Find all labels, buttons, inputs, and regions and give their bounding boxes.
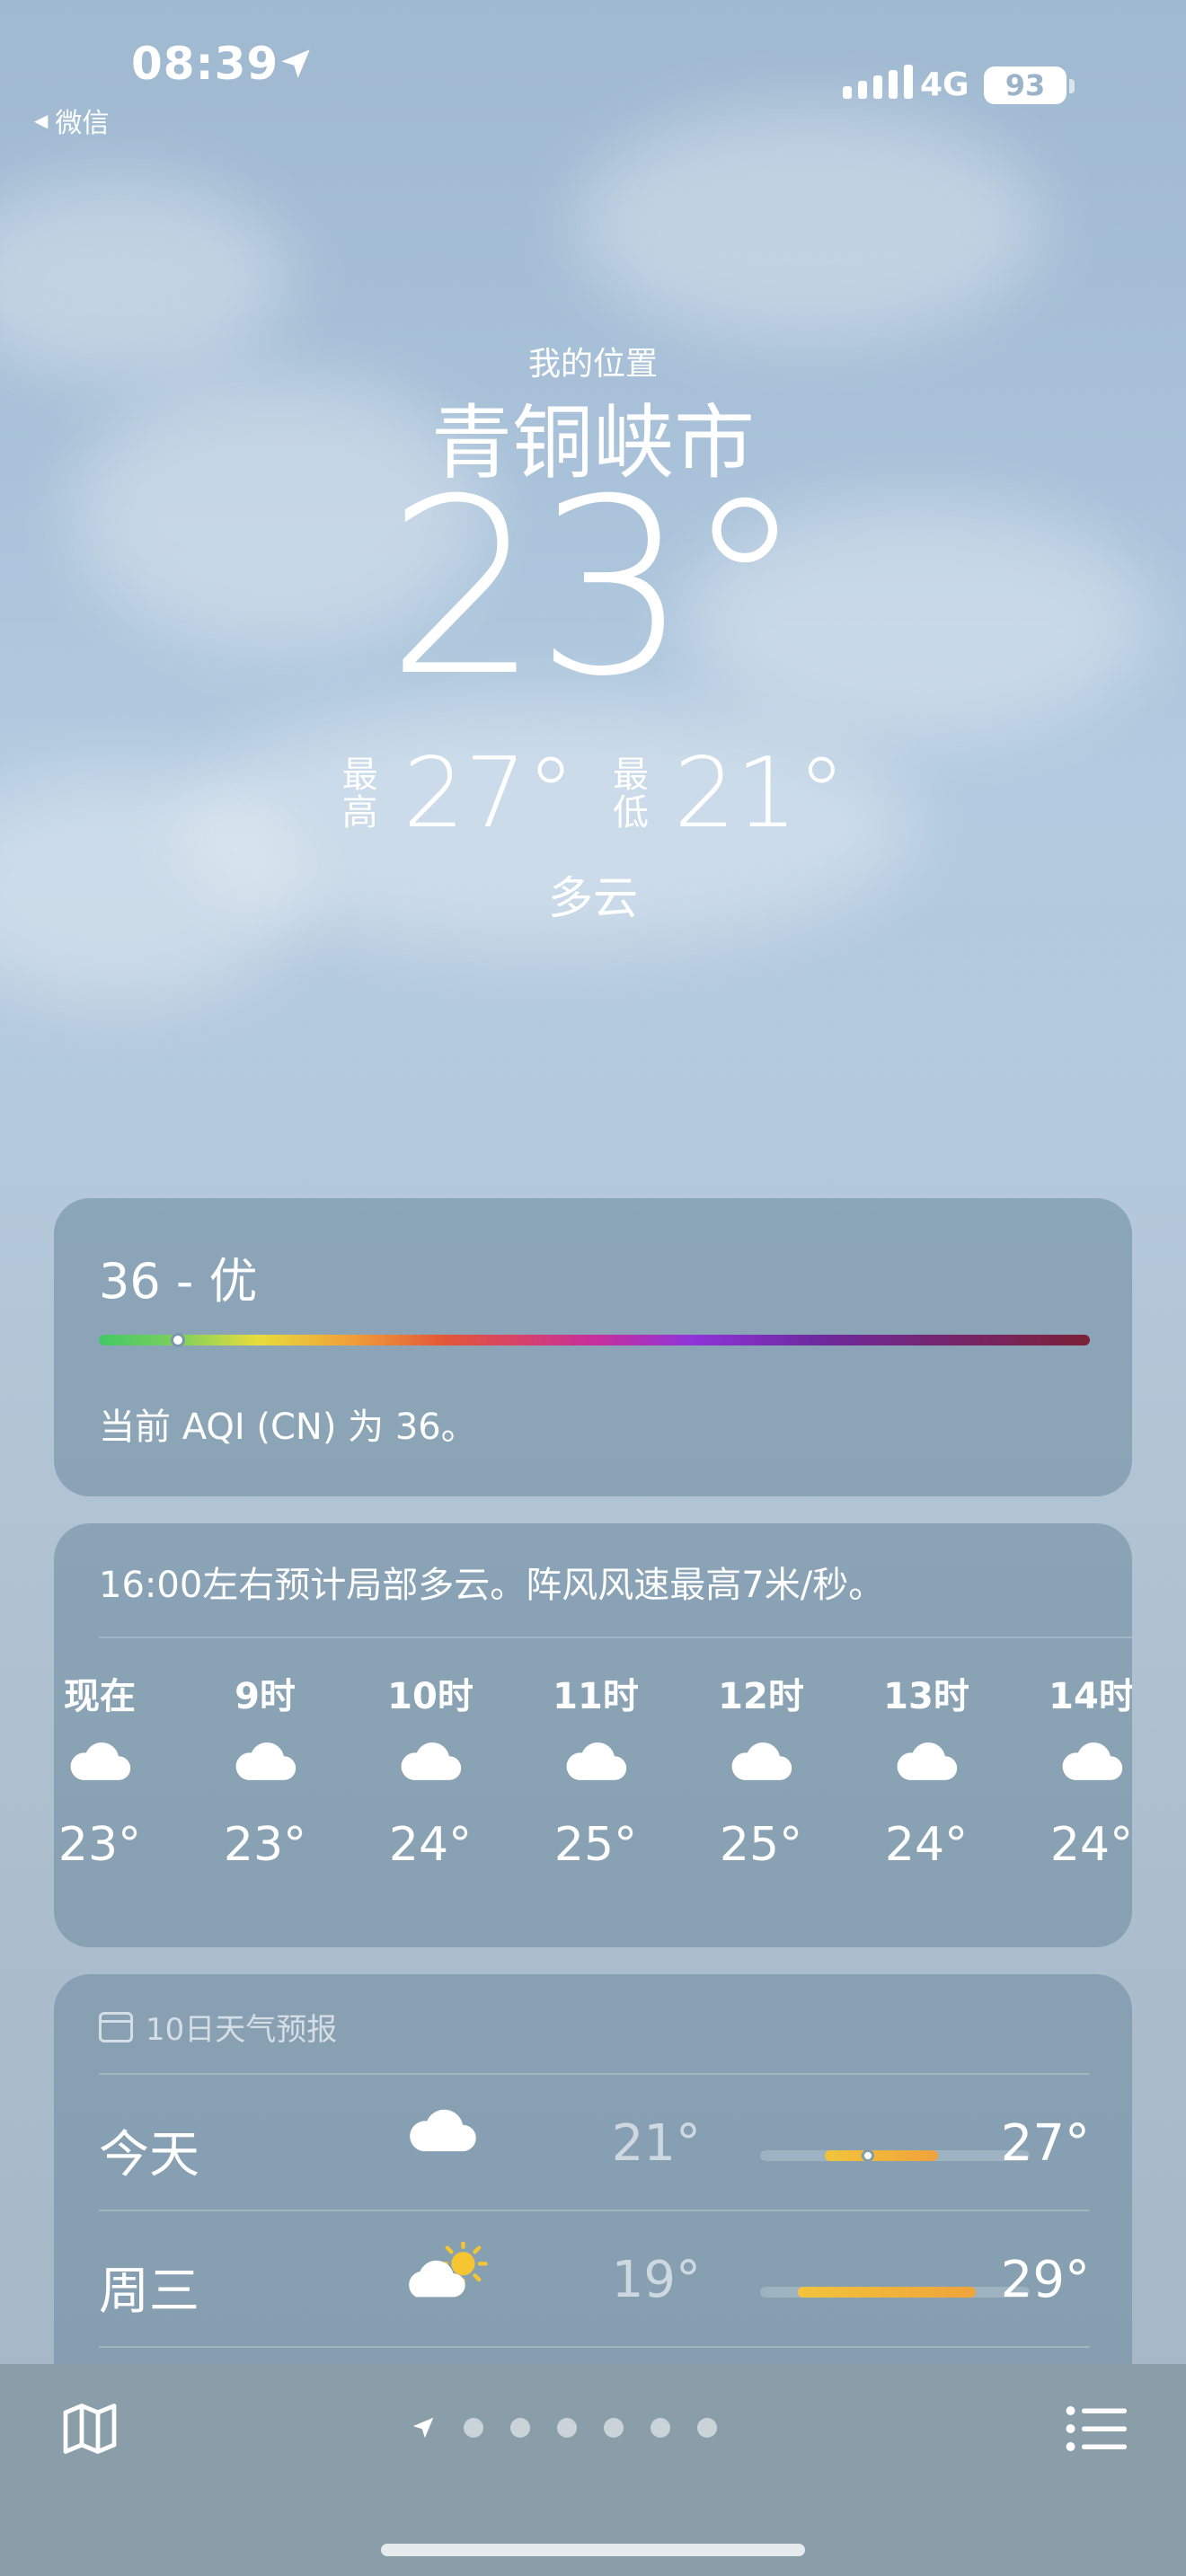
hour-item: 11时 25° xyxy=(528,1667,663,1872)
divider xyxy=(99,2346,1090,2348)
temperature-range-bar xyxy=(760,2149,1030,2162)
page-indicator[interactable] xyxy=(410,2414,717,2441)
temperature-range-bar xyxy=(760,2287,1030,2298)
cloud-icon xyxy=(528,1721,663,1802)
location-list-icon[interactable] xyxy=(1064,2402,1127,2456)
hour-temperature: 24° xyxy=(388,1818,473,1872)
aqi-scale-bar xyxy=(99,1335,1090,1345)
battery-level: 93 xyxy=(1005,68,1046,102)
cellular-signal-icon xyxy=(843,65,913,99)
hour-temperature: 25° xyxy=(719,1818,803,1872)
current-temp-marker xyxy=(862,2149,874,2162)
cloud-icon xyxy=(54,1721,167,1802)
day-low-temperature: 21° xyxy=(611,2114,701,2173)
hour-temperature: 23° xyxy=(223,1818,307,1872)
day-name: 今天 xyxy=(99,2126,199,2184)
hour-label: 12时 xyxy=(718,1676,804,1717)
day-low-temperature: 19° xyxy=(611,2251,701,2309)
day-high-temperature: 27° xyxy=(1000,2114,1090,2173)
air-quality-card[interactable]: 36 - 优 当前 AQI (CN) 为 36。 xyxy=(54,1198,1132,1496)
page-dot[interactable] xyxy=(651,2418,670,2438)
hour-temperature: 25° xyxy=(553,1818,638,1872)
cloud-icon xyxy=(694,1721,828,1802)
map-icon[interactable] xyxy=(58,2396,122,2461)
day-row: 今天 21° 27° xyxy=(99,2075,1090,2210)
hour-temperature: 23° xyxy=(58,1818,142,1872)
page-dot[interactable] xyxy=(604,2418,624,2438)
battery-icon: 93 xyxy=(984,66,1067,104)
hour-item: 14时 24° xyxy=(1024,1667,1132,1872)
home-indicator xyxy=(381,2544,805,2556)
ten-day-title: 10日天气预报 xyxy=(146,2012,338,2048)
location-arrow-icon xyxy=(281,49,310,78)
page-dot[interactable] xyxy=(557,2418,577,2438)
hour-label: 14时 xyxy=(1049,1676,1132,1717)
low-temperature: 21° xyxy=(674,737,846,850)
cloud-icon xyxy=(859,1721,994,1802)
hour-item: 10时 24° xyxy=(363,1667,498,1872)
cloud-icon xyxy=(404,2105,503,2177)
high-label: 最高 xyxy=(341,754,378,834)
hour-label: 现在 xyxy=(64,1676,136,1717)
page-dot[interactable] xyxy=(464,2418,483,2438)
status-bar: 08:39 ◀ 微信 4G 93 xyxy=(0,0,1186,144)
hour-item: 现在 23° xyxy=(54,1667,167,1872)
hour-label: 10时 xyxy=(387,1676,474,1717)
hour-label: 9时 xyxy=(235,1676,296,1717)
current-location-icon xyxy=(412,2417,434,2439)
bottom-toolbar xyxy=(0,2364,1186,2576)
page-dot[interactable] xyxy=(510,2418,530,2438)
hourly-forecast-card[interactable]: 16:00左右预计局部多云。阵风风速最高7米/秒。 现在 23° 9时 23° 10时 2… xyxy=(54,1523,1132,1947)
battery-nub xyxy=(1069,79,1075,93)
back-triangle-icon: ◀ xyxy=(34,110,49,131)
high-temperature: 27° xyxy=(403,737,575,850)
day-name: 周三 xyxy=(99,2263,199,2321)
hourly-summary: 16:00左右预计局部多云。阵风风速最高7米/秒。 xyxy=(99,1565,885,1606)
cloud-icon xyxy=(363,1721,498,1802)
temperature-range-fill xyxy=(798,2287,976,2298)
aqi-title: 36 - 优 xyxy=(99,1253,258,1310)
aqi-description: 当前 AQI (CN) 为 36。 xyxy=(99,1407,477,1448)
status-time: 08:39 xyxy=(131,38,279,90)
day-row: 周三 19° 29° xyxy=(99,2211,1090,2346)
hour-item: 12时 25° xyxy=(694,1667,828,1872)
hour-item: 9时 23° xyxy=(198,1667,332,1872)
weather-condition: 多云 xyxy=(548,872,638,924)
cloud-icon xyxy=(198,1721,332,1802)
hour-label: 13时 xyxy=(883,1676,969,1717)
back-to-app-link[interactable]: ◀ 微信 xyxy=(34,101,109,140)
ten-day-header: 10日天气预报 xyxy=(99,2005,337,2049)
temperature-range-fill xyxy=(825,2150,938,2161)
page-dot[interactable] xyxy=(697,2418,717,2438)
partly-sunny-icon xyxy=(404,2239,503,2314)
cloud-icon xyxy=(1024,1721,1132,1802)
hour-temperature: 24° xyxy=(1049,1818,1132,1872)
day-high-temperature: 29° xyxy=(1000,2251,1090,2309)
back-app-label: 微信 xyxy=(55,108,110,139)
hour-item: 13时 24° xyxy=(859,1667,994,1872)
calendar-icon xyxy=(99,2011,133,2042)
current-temperature: 23° xyxy=(385,446,806,729)
hour-temperature: 24° xyxy=(884,1818,969,1872)
low-label: 最低 xyxy=(613,754,649,834)
network-type: 4G xyxy=(920,66,969,103)
hour-label: 11时 xyxy=(553,1676,639,1717)
high-low-temperatures: 最高 27° 最低 21° xyxy=(0,745,1186,842)
divider xyxy=(99,1636,1132,1638)
